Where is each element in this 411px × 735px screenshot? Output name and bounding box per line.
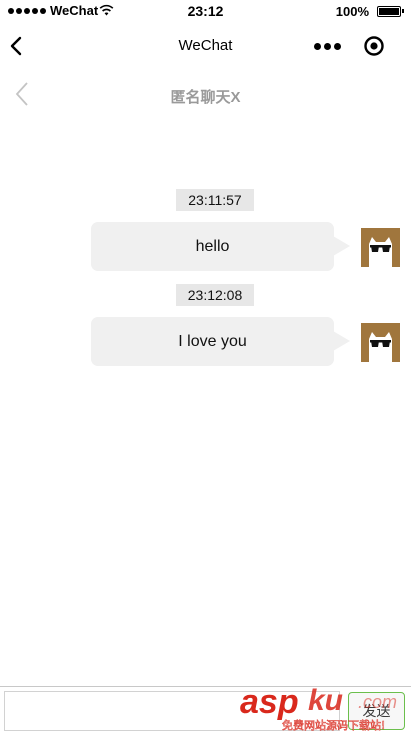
message-timestamp: 23:12:08: [176, 284, 254, 306]
message-bubble: I love you: [91, 317, 350, 366]
chat-back-chevron-icon[interactable]: [12, 80, 32, 108]
battery-percentage: 100%: [335, 4, 369, 19]
message-bubble: hello: [91, 222, 350, 271]
send-button[interactable]: 发送: [348, 692, 405, 730]
more-dots-icon[interactable]: [314, 39, 344, 53]
nav-title: WeChat: [178, 37, 233, 54]
message-timestamp: 23:11:57: [176, 189, 254, 211]
wifi-icon: [99, 4, 114, 16]
message-input[interactable]: [4, 691, 340, 731]
carrier-name: WeChat: [50, 3, 99, 18]
signal-strength-icon: [8, 8, 46, 14]
status-bar: WeChat 23:12 100%: [0, 0, 411, 22]
chat-title: 匿名聊天X: [170, 89, 241, 106]
message-input-bar: 发送: [0, 686, 411, 735]
target-close-icon[interactable]: [363, 35, 385, 57]
cat-sunglasses-avatar-icon: [361, 323, 400, 362]
chat-header: 匿名聊天X: [0, 72, 411, 118]
nav-bar: WeChat: [0, 22, 411, 70]
cat-sunglasses-avatar-icon: [361, 228, 400, 267]
wechat-miniprogram-screen: WeChat 23:12 100% WeChat 匿名聊天X 23:11:57 …: [0, 0, 411, 735]
battery-icon: [377, 6, 404, 17]
back-chevron-icon[interactable]: [6, 34, 28, 58]
